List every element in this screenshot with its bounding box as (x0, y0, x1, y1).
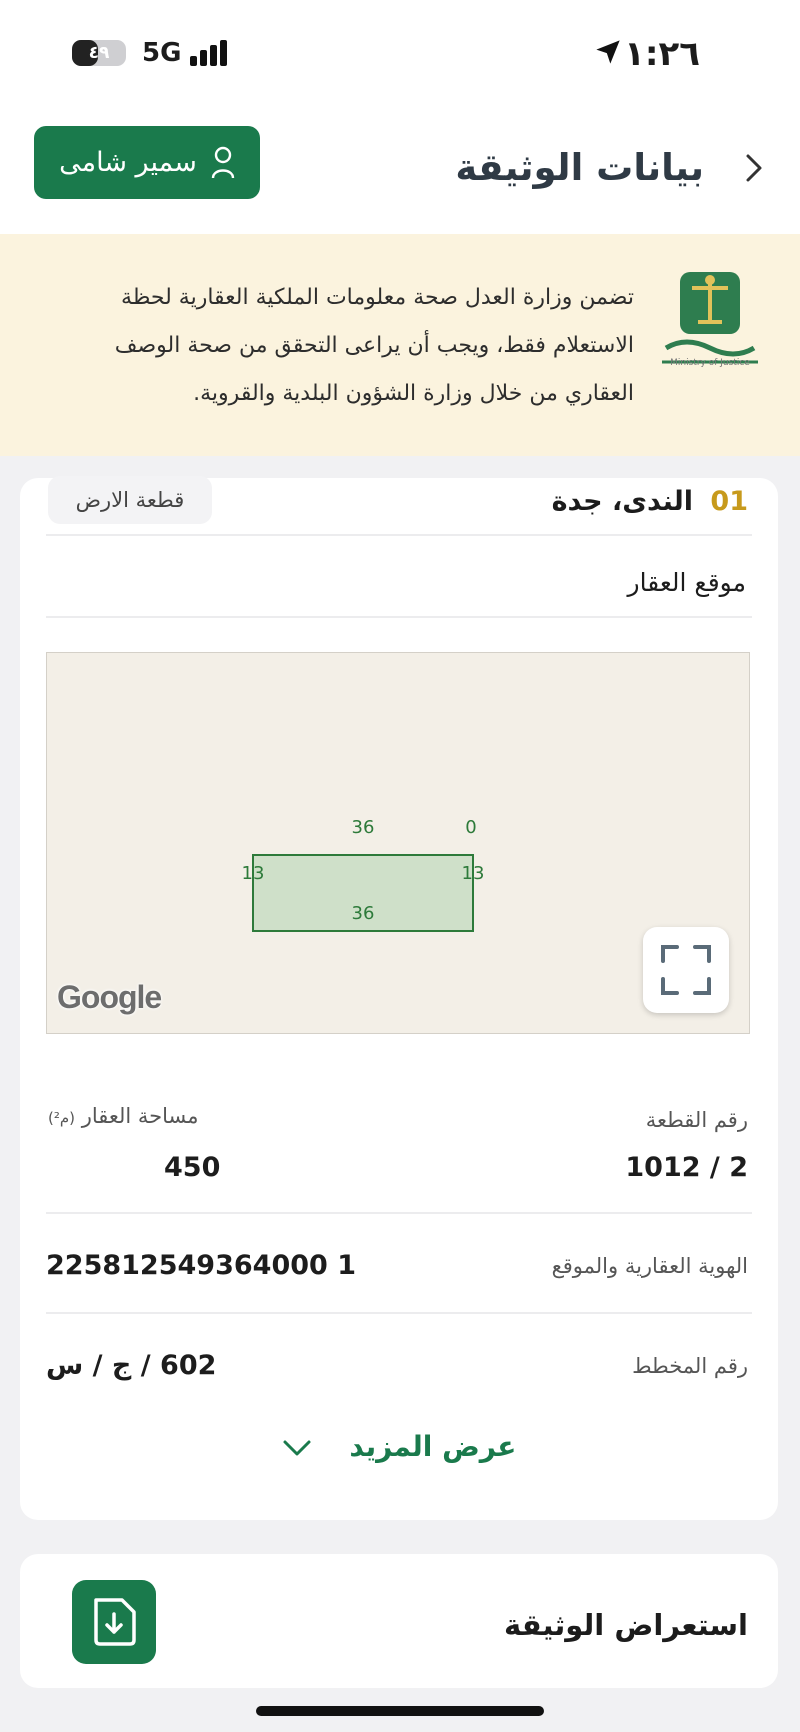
location-label: موقع العقار (627, 568, 746, 597)
download-file-icon (94, 1598, 136, 1646)
user-profile-button[interactable]: سمير شامى (34, 126, 260, 199)
chevron-down-icon (283, 1440, 311, 1456)
plot-number-label: رقم القطعة (645, 1108, 748, 1132)
divider (46, 1212, 752, 1214)
status-bar: ٤٩ 5G ١:٢٦ (0, 0, 800, 100)
ministry-of-justice-logo (662, 272, 758, 364)
property-id-value: 225812549364000 1 (46, 1250, 356, 1281)
map-corner-label: 0 (465, 817, 476, 838)
area-label-group: مساحة العقار (م²) (48, 1104, 199, 1128)
download-document-button[interactable] (72, 1580, 156, 1664)
network-type: 5G (142, 38, 182, 68)
property-title: 01 الندى، جدة (552, 486, 748, 517)
plot-number-value: 2 / 1012 (625, 1152, 748, 1183)
user-name: سمير شامى (59, 147, 197, 178)
page-header: بيانات الوثيقة سمير شامى (0, 100, 800, 234)
battery-percent: ٤٩ (88, 43, 110, 63)
view-document-label: استعراض الوثيقة (504, 1608, 748, 1642)
map-left-dimension: 13 (242, 863, 265, 884)
google-logo: Google (57, 979, 162, 1015)
view-document-card[interactable]: استعراض الوثيقة (20, 1554, 778, 1688)
expand-icon (661, 945, 711, 995)
divider (46, 1312, 752, 1314)
back-chevron-icon[interactable] (740, 148, 770, 188)
property-location-name: الندى، جدة (551, 486, 694, 517)
location-arrow-icon (596, 40, 620, 64)
map-bottom-dimension: 36 (352, 903, 375, 924)
divider (46, 616, 752, 618)
property-type-badge: قطعة الارض (48, 476, 212, 524)
status-time: ١:٢٦ (624, 34, 700, 74)
show-more-button[interactable]: عرض المزيد (20, 1430, 778, 1463)
logo-caption: Ministry of Justice (670, 358, 750, 368)
show-more-label: عرض المزيد (349, 1430, 517, 1463)
area-value: 450 (164, 1152, 221, 1183)
area-unit: (م²) (48, 1109, 76, 1127)
page-title: بيانات الوثيقة (455, 146, 704, 189)
property-card: 01 الندى، جدة قطعة الارض موقع العقار 36 … (20, 476, 778, 1520)
home-indicator (256, 1706, 544, 1716)
battery-icon: ٤٩ (72, 40, 126, 66)
plan-number-value: 602 / ج / س (46, 1350, 217, 1381)
plan-number-label: رقم المخطط (632, 1354, 748, 1378)
signal-icon (190, 40, 234, 66)
divider (46, 534, 752, 536)
user-icon (211, 146, 235, 178)
property-id-label: الهوية العقارية والموقع (551, 1254, 748, 1278)
area-label: مساحة العقار (81, 1104, 199, 1128)
disclaimer-banner: Ministry of Justice تضمن وزارة العدل صحة… (0, 234, 800, 456)
map-top-dimension: 36 (352, 817, 375, 838)
property-index: 01 (710, 486, 748, 517)
disclaimer-text: تضمن وزارة العدل صحة معلومات الملكية الع… (114, 285, 634, 406)
map-right-dimension: 13 (462, 863, 485, 884)
map-expand-button[interactable] (643, 927, 729, 1013)
property-map[interactable]: 36 36 13 13 0 Google (46, 652, 750, 1034)
